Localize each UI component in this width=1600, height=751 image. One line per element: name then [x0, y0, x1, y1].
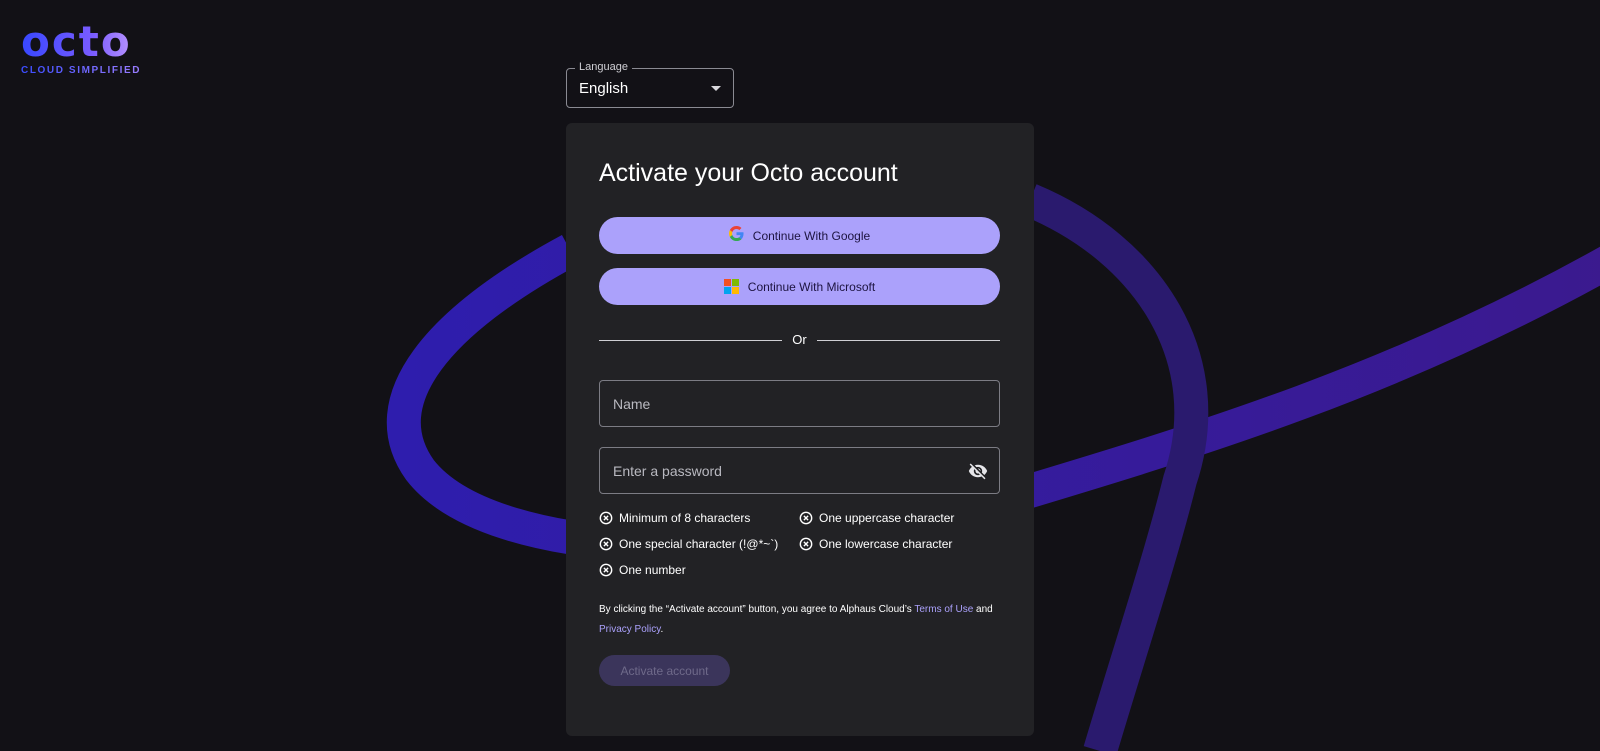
close-circle-icon: [599, 563, 613, 577]
logo-tagline: CLOUD SIMPLIFIED: [21, 65, 142, 76]
privacy-policy-link[interactable]: Privacy Policy: [599, 624, 661, 635]
activate-account-button[interactable]: Activate account: [599, 655, 730, 686]
password-input[interactable]: [600, 448, 999, 493]
microsoft-icon: [723, 279, 739, 294]
caret-down-icon: [711, 86, 721, 91]
brand-logo[interactable]: octo CLOUD SIMPLIFIED: [21, 21, 142, 77]
name-input[interactable]: [600, 381, 999, 426]
terms-suffix: .: [660, 624, 664, 635]
requirement-label: One uppercase character: [819, 511, 955, 525]
continue-with-microsoft-button[interactable]: Continue With Microsoft: [599, 268, 1000, 305]
eye-off-icon[interactable]: [967, 461, 989, 481]
requirement-label: Minimum of 8 characters: [619, 511, 751, 525]
requirement-label: One lowercase character: [819, 537, 953, 551]
terms-middle: and: [973, 604, 993, 615]
close-circle-icon: [599, 511, 613, 525]
terms-of-use-link[interactable]: Terms of Use: [914, 604, 973, 615]
requirement-item: Minimum of 8 characters: [599, 511, 750, 525]
requirement-item: One uppercase character: [799, 511, 954, 525]
terms-prefix: By clicking the “Activate account” butto…: [599, 604, 915, 615]
close-circle-icon: [799, 511, 813, 525]
logo-wordmark: octo: [21, 21, 141, 63]
requirement-label: One special character (!@*~`): [619, 537, 779, 551]
continue-with-google-button[interactable]: Continue With Google: [599, 217, 1000, 254]
google-icon: [728, 226, 744, 245]
divider-line: [817, 340, 1000, 341]
terms-notice: By clicking the “Activate account” butto…: [599, 600, 1000, 640]
close-circle-icon: [599, 537, 613, 551]
requirement-item: One lowercase character: [799, 537, 952, 551]
requirement-item: One number: [599, 563, 686, 577]
requirement-item: One special character (!@*~`): [599, 537, 778, 551]
name-field: [599, 380, 1000, 427]
microsoft-button-label: Continue With Microsoft: [747, 279, 876, 294]
google-button-label: Continue With Google: [752, 228, 871, 243]
language-value: English: [579, 80, 629, 97]
activation-card: Activate your Octo account Continue With…: [566, 123, 1034, 736]
language-label: Language: [575, 61, 632, 73]
close-circle-icon: [799, 537, 813, 551]
or-divider: Or: [599, 332, 1000, 348]
page-title: Activate your Octo account: [599, 159, 898, 187]
language-select[interactable]: Language English: [566, 61, 734, 108]
requirement-label: One number: [619, 563, 686, 577]
password-field: [599, 447, 1000, 494]
